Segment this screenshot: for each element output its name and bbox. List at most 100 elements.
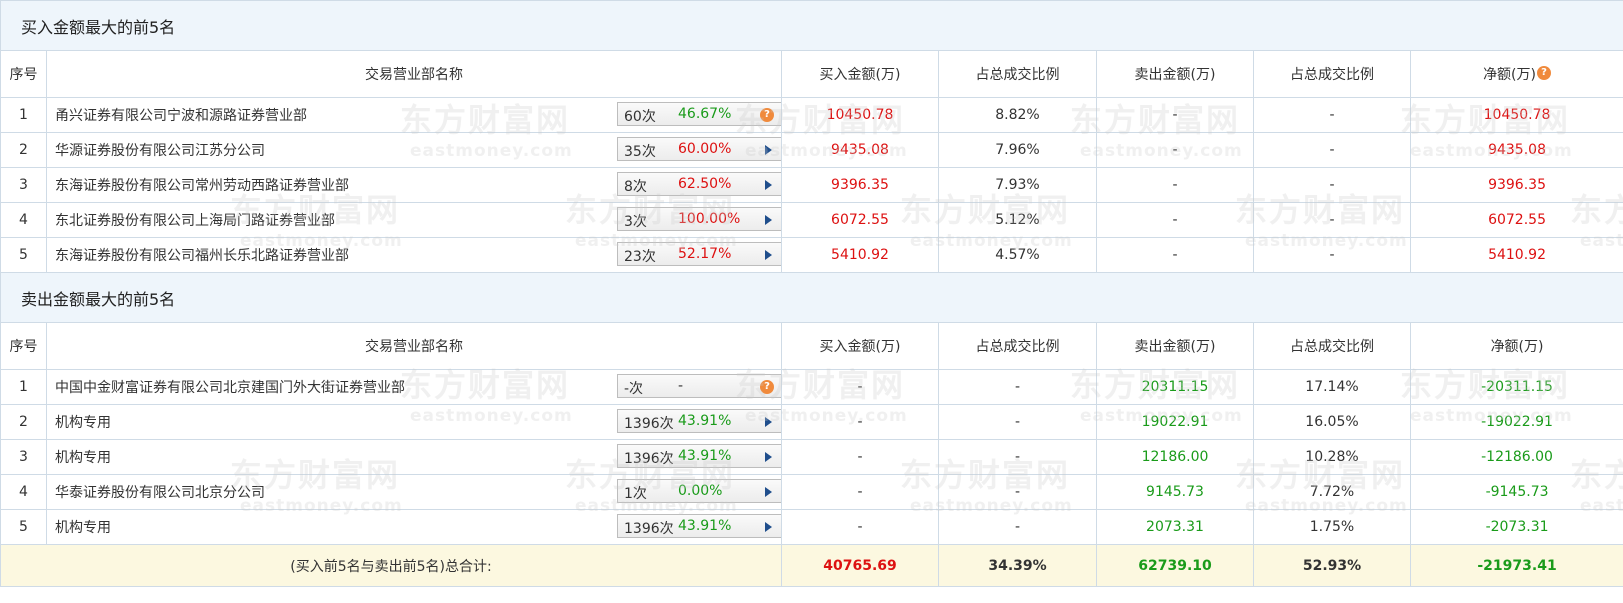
header-net: 净额(万)? (1409, 50, 1623, 98)
header-sell: 卖出金额(万) (1096, 322, 1254, 370)
arrow-right-icon[interactable] (765, 522, 772, 532)
row-buy-ratio: - (938, 439, 1097, 475)
question-icon[interactable]: ? (1537, 66, 1551, 80)
row-seq: 1 (0, 97, 47, 133)
stat-count: 35次 (624, 144, 656, 160)
header-name: 交易营业部名称 (46, 50, 782, 98)
row-net: -12186.00 (1409, 439, 1623, 475)
buy-header-row: 序号 交易营业部名称 买入金额(万) 占总成交比例 卖出金额(万) 占总成交比例… (0, 50, 1623, 98)
header-sell-ratio: 占总成交比例 (1253, 322, 1411, 370)
history-stat-button[interactable]: 1396次 43.91% (617, 409, 781, 433)
history-stat-button[interactable]: 1396次 43.91% (617, 514, 781, 538)
row-name-cell: 机构专用 1396次 43.91% (46, 404, 782, 440)
table-row: 2 机构专用 1396次 43.91% - -19022.91 16.05% -19022.9… (0, 404, 1623, 440)
table-row: 5 东海证券股份有限公司福州长乐北路证券营业部 23次 52.17% 5410.92 4.… (0, 237, 1623, 273)
stat-percent: 43.91% (678, 448, 732, 464)
branch-name-link[interactable]: 华泰证券股份有限公司北京分公司 (55, 482, 265, 502)
history-stat-button[interactable]: 8次 62.50% (617, 172, 781, 196)
total-buy-ratio: 34.39% (938, 544, 1097, 587)
stat-count: 1396次 (624, 451, 674, 467)
row-buy-ratio: 5.12% (938, 202, 1097, 238)
row-buy-ratio: 7.96% (938, 132, 1097, 168)
branch-name-link[interactable]: 机构专用 (55, 412, 111, 432)
row-buy: 6072.55 (781, 202, 939, 238)
row-net: -2073.31 (1409, 509, 1623, 545)
row-sell-ratio: - (1253, 237, 1411, 273)
stat-count: 60次 (624, 109, 656, 125)
branch-name-link[interactable]: 机构专用 (55, 447, 111, 467)
stat-count: 23次 (624, 249, 656, 265)
branch-name-link[interactable]: 东海证券股份有限公司常州劳动西路证券营业部 (55, 175, 349, 195)
row-seq: 2 (0, 404, 47, 440)
branch-name-link[interactable]: 中国中金财富证券有限公司北京建国门外大街证券营业部 (55, 377, 405, 397)
lhb-table: 买入金额最大的前5名 序号 交易营业部名称 买入金额(万) 占总成交比例 卖出金… (0, 0, 1623, 587)
stat-count: -次 (624, 381, 644, 397)
history-stat-button[interactable]: 3次 100.00% (617, 207, 781, 231)
arrow-right-icon[interactable] (765, 452, 772, 462)
history-stat-button[interactable]: 23次 52.17% (617, 242, 781, 266)
total-label: (买入前5名与卖出前5名)总合计: (0, 544, 782, 587)
row-buy: - (781, 439, 939, 475)
row-name-cell: 东北证券股份有限公司上海局门路证券营业部 3次 100.00% (46, 202, 782, 238)
sell-section-title-row: 卖出金额最大的前5名 (0, 272, 1623, 323)
sell-section-title: 卖出金额最大的前5名 (0, 272, 1623, 323)
history-stat-button[interactable]: 35次 60.00% (617, 137, 781, 161)
history-stat-button[interactable]: 1次 0.00% (617, 479, 781, 503)
history-stat-button[interactable]: 60次 46.67%? (617, 102, 781, 126)
row-net: 9435.08 (1409, 132, 1623, 168)
branch-name-link[interactable]: 华源证券股份有限公司江苏分公司 (55, 140, 265, 160)
row-sell: 19022.91 (1096, 404, 1254, 440)
row-seq: 3 (0, 167, 47, 203)
stat-count: 1次 (624, 486, 647, 502)
row-buy: 9396.35 (781, 167, 939, 203)
row-buy: - (781, 404, 939, 440)
row-sell: 9145.73 (1096, 474, 1254, 510)
total-sell-ratio: 52.93% (1253, 544, 1411, 587)
question-icon[interactable]: ? (760, 380, 774, 394)
arrow-right-icon[interactable] (765, 487, 772, 497)
history-stat-button[interactable]: -次 -? (617, 374, 781, 398)
header-sell: 卖出金额(万) (1096, 50, 1254, 98)
row-seq: 2 (0, 132, 47, 168)
header-buy: 买入金额(万) (781, 322, 939, 370)
stat-count: 8次 (624, 179, 647, 195)
header-buy-ratio: 占总成交比例 (938, 322, 1097, 370)
row-sell: - (1096, 202, 1254, 238)
buy-section-title-row: 买入金额最大的前5名 (0, 0, 1623, 51)
branch-name-link[interactable]: 东海证券股份有限公司福州长乐北路证券营业部 (55, 245, 349, 265)
total-sell: 62739.10 (1096, 544, 1254, 587)
header-buy: 买入金额(万) (781, 50, 939, 98)
branch-name-link[interactable]: 东北证券股份有限公司上海局门路证券营业部 (55, 210, 335, 230)
row-buy: - (781, 369, 939, 405)
stat-percent: 0.00% (678, 483, 723, 499)
branch-name-link[interactable]: 甬兴证券有限公司宁波和源路证券营业部 (55, 105, 307, 125)
row-seq: 5 (0, 509, 47, 545)
row-sell-ratio: 1.75% (1253, 509, 1411, 545)
table-row: 3 东海证券股份有限公司常州劳动西路证券营业部 8次 62.50% 9396.35 7.9… (0, 167, 1623, 203)
history-stat-button[interactable]: 1396次 43.91% (617, 444, 781, 468)
row-seq: 4 (0, 474, 47, 510)
stat-percent: - (678, 378, 684, 394)
arrow-right-icon[interactable] (765, 215, 772, 225)
arrow-right-icon[interactable] (765, 417, 772, 427)
arrow-right-icon[interactable] (765, 180, 772, 190)
row-seq: 4 (0, 202, 47, 238)
row-name-cell: 机构专用 1396次 43.91% (46, 509, 782, 545)
buy-section-title: 买入金额最大的前5名 (0, 0, 1623, 51)
question-icon[interactable]: ? (760, 108, 774, 122)
table-row: 4 华泰证券股份有限公司北京分公司 1次 0.00% - -9145.73 7.72% -91… (0, 474, 1623, 510)
row-sell-ratio: 7.72% (1253, 474, 1411, 510)
row-seq: 5 (0, 237, 47, 273)
row-name-cell: 东海证券股份有限公司福州长乐北路证券营业部 23次 52.17% (46, 237, 782, 273)
row-net: -19022.91 (1409, 404, 1623, 440)
total-row: (买入前5名与卖出前5名)总合计: 40765.69 34.39% 62739.… (0, 544, 1623, 587)
stat-percent: 46.67% (678, 106, 732, 122)
table-row: 2 华源证券股份有限公司江苏分公司 35次 60.00% 9435.08 7.96% - -9… (0, 132, 1623, 168)
header-net-label: 净额(万) (1483, 67, 1536, 83)
branch-name-link[interactable]: 机构专用 (55, 517, 111, 537)
arrow-right-icon[interactable] (765, 250, 772, 260)
stat-percent: 43.91% (678, 413, 732, 429)
arrow-right-icon[interactable] (765, 145, 772, 155)
header-sell-ratio: 占总成交比例 (1253, 50, 1411, 98)
row-buy: - (781, 474, 939, 510)
